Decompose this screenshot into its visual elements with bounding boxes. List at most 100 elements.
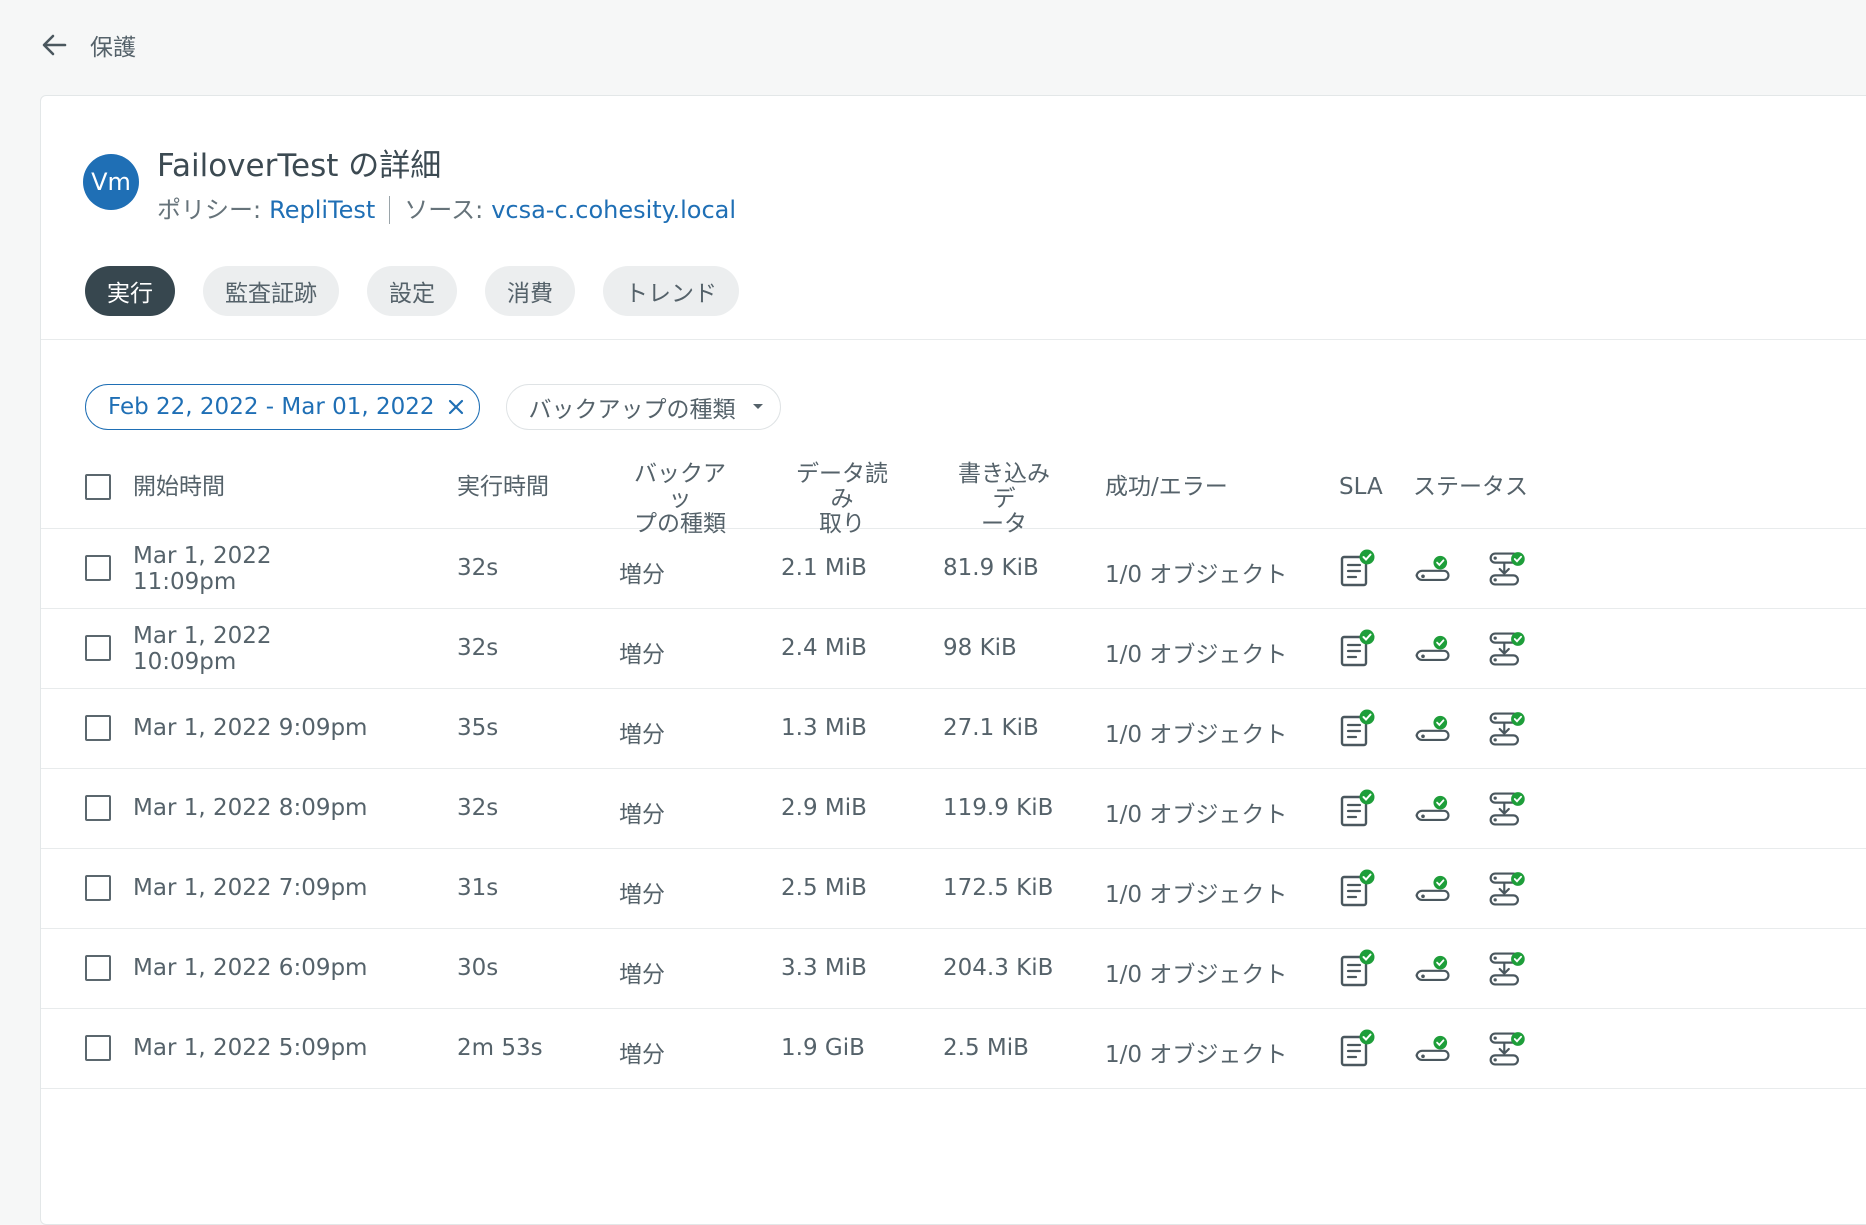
details-card: Vm FailoverTest の詳細 ポリシー: RepliTest ソース:… — [40, 95, 1866, 1225]
col-data-written[interactable]: 書き込みデ ータ — [949, 462, 1059, 537]
replication-check-icon[interactable] — [1413, 789, 1453, 829]
policy-link[interactable]: RepliTest — [269, 194, 375, 226]
table-row[interactable]: Mar 1, 2022 5:09pm 2m 53s 増分 1.9 GiB 2.5… — [41, 1009, 1866, 1089]
replication-check-icon[interactable] — [1413, 869, 1453, 909]
source-link[interactable]: vcsa-c.cohesity.local — [491, 194, 736, 226]
close-icon[interactable] — [447, 398, 465, 416]
archive-check-icon[interactable] — [1487, 949, 1527, 989]
col-sla[interactable]: SLA — [1339, 475, 1383, 500]
run-data-written: 98 KiB — [943, 635, 1017, 661]
caret-down-icon — [752, 403, 764, 411]
run-backup-type: 増分 — [619, 882, 665, 908]
tab-audit-trail[interactable]: 監査証跡 — [203, 266, 339, 316]
replication-check-icon[interactable] — [1413, 629, 1453, 669]
sla-report-check-icon[interactable] — [1337, 709, 1377, 749]
run-duration: 30s — [457, 955, 499, 981]
run-start-time[interactable]: Mar 1, 2022 10:09pm — [133, 623, 272, 675]
row-checkbox[interactable] — [85, 1035, 111, 1061]
archive-check-icon[interactable] — [1487, 869, 1527, 909]
page-title: FailoverTest の詳細 — [157, 148, 442, 184]
policy-label: ポリシー: — [157, 196, 262, 224]
run-backup-type: 増分 — [619, 802, 665, 828]
row-checkbox[interactable] — [85, 555, 111, 581]
run-data-written: 119.9 KiB — [943, 795, 1054, 821]
breadcrumb-title[interactable]: 保護 — [90, 28, 136, 62]
select-all-checkbox[interactable] — [85, 474, 111, 500]
col-status[interactable]: ステータス — [1413, 475, 1528, 500]
sla-report-check-icon[interactable] — [1337, 629, 1377, 669]
run-backup-type: 増分 — [619, 642, 665, 668]
run-start-time[interactable]: Mar 1, 2022 6:09pm — [133, 955, 367, 981]
page-header: Vm FailoverTest の詳細 ポリシー: RepliTest ソース:… — [83, 146, 736, 226]
row-checkbox[interactable] — [85, 795, 111, 821]
archive-check-icon[interactable] — [1487, 1029, 1527, 1069]
run-backup-type: 増分 — [619, 722, 665, 748]
replication-check-icon[interactable] — [1413, 1029, 1453, 1069]
col-duration[interactable]: 実行時間 — [457, 475, 549, 500]
col-backup-type[interactable]: バックアッ プの種類 — [625, 462, 735, 537]
table-row[interactable]: Mar 1, 2022 9:09pm 35s 増分 1.3 MiB 27.1 K… — [41, 689, 1866, 769]
run-start-time[interactable]: Mar 1, 2022 5:09pm — [133, 1035, 367, 1061]
run-backup-type: 増分 — [619, 562, 665, 588]
run-duration: 31s — [457, 875, 499, 901]
sla-report-check-icon[interactable] — [1337, 1029, 1377, 1069]
run-start-time[interactable]: Mar 1, 2022 7:09pm — [133, 875, 367, 901]
archive-check-icon[interactable] — [1487, 629, 1527, 669]
section-divider — [41, 339, 1866, 340]
replication-check-icon[interactable] — [1413, 549, 1453, 589]
archive-check-icon[interactable] — [1487, 789, 1527, 829]
run-duration: 2m 53s — [457, 1035, 543, 1061]
row-checkbox[interactable] — [85, 955, 111, 981]
date-range-label: Feb 22, 2022 - Mar 01, 2022 — [108, 394, 435, 420]
run-success-error: 1/0 オブジェクト — [1105, 562, 1288, 588]
table-body: Mar 1, 2022 11:09pm 32s 増分 2.1 MiB 81.9 … — [41, 529, 1866, 1089]
run-duration: 35s — [457, 715, 499, 741]
tab-settings[interactable]: 設定 — [367, 266, 457, 316]
sla-report-check-icon[interactable] — [1337, 949, 1377, 989]
runs-table: 開始時間 実行時間 バックアッ プの種類 データ読み 取り 書き込みデ ータ 成… — [41, 446, 1866, 1089]
run-start-time[interactable]: Mar 1, 2022 11:09pm — [133, 543, 272, 595]
run-data-read: 1.9 GiB — [781, 1035, 865, 1061]
arrow-left-icon[interactable] — [38, 29, 70, 61]
table-row[interactable]: Mar 1, 2022 8:09pm 32s 増分 2.9 MiB 119.9 … — [41, 769, 1866, 849]
backup-type-label: バックアップの種類 — [528, 397, 736, 423]
run-data-read: 3.3 MiB — [781, 955, 867, 981]
tab-consumption[interactable]: 消費 — [485, 266, 575, 316]
source-label: ソース: — [404, 196, 484, 224]
tab-bar: 実行 監査証跡 設定 消費 トレンド — [85, 266, 767, 316]
run-data-written: 2.5 MiB — [943, 1035, 1029, 1061]
table-header: 開始時間 実行時間 バックアッ プの種類 データ読み 取り 書き込みデ ータ 成… — [41, 446, 1866, 537]
table-row[interactable]: Mar 1, 2022 11:09pm 32s 増分 2.1 MiB 81.9 … — [41, 529, 1866, 609]
sla-report-check-icon[interactable] — [1337, 869, 1377, 909]
table-row[interactable]: Mar 1, 2022 7:09pm 31s 増分 2.5 MiB 172.5 … — [41, 849, 1866, 929]
table-row[interactable]: Mar 1, 2022 10:09pm 32s 増分 2.4 MiB 98 Ki… — [41, 609, 1866, 689]
top-bar: 保護 — [0, 0, 1866, 90]
sla-report-check-icon[interactable] — [1337, 789, 1377, 829]
run-start-time[interactable]: Mar 1, 2022 8:09pm — [133, 795, 367, 821]
run-start-time[interactable]: Mar 1, 2022 9:09pm — [133, 715, 367, 741]
filter-bar: Feb 22, 2022 - Mar 01, 2022 バックアップの種類 — [85, 384, 781, 430]
archive-check-icon[interactable] — [1487, 549, 1527, 589]
replication-check-icon[interactable] — [1413, 949, 1453, 989]
row-checkbox[interactable] — [85, 635, 111, 661]
run-data-read: 2.5 MiB — [781, 875, 867, 901]
col-success-error[interactable]: 成功/エラー — [1105, 475, 1228, 500]
col-data-read[interactable]: データ読み 取り — [787, 462, 897, 537]
row-checkbox[interactable] — [85, 715, 111, 741]
run-data-written: 204.3 KiB — [943, 955, 1054, 981]
col-start-time[interactable]: 開始時間 — [133, 475, 225, 500]
table-row[interactable]: Mar 1, 2022 6:09pm 30s 増分 3.3 MiB 204.3 … — [41, 929, 1866, 1009]
run-backup-type: 増分 — [619, 962, 665, 988]
date-range-chip[interactable]: Feb 22, 2022 - Mar 01, 2022 — [85, 384, 480, 430]
backup-type-dropdown[interactable]: バックアップの種類 — [505, 384, 781, 430]
run-duration: 32s — [457, 635, 499, 661]
run-success-error: 1/0 オブジェクト — [1105, 722, 1288, 748]
run-data-read: 1.3 MiB — [781, 715, 867, 741]
tab-trends[interactable]: トレンド — [603, 266, 739, 316]
replication-check-icon[interactable] — [1413, 709, 1453, 749]
archive-check-icon[interactable] — [1487, 709, 1527, 749]
run-backup-type: 増分 — [619, 1042, 665, 1068]
row-checkbox[interactable] — [85, 875, 111, 901]
sla-report-check-icon[interactable] — [1337, 549, 1377, 589]
tab-runs[interactable]: 実行 — [85, 266, 175, 316]
